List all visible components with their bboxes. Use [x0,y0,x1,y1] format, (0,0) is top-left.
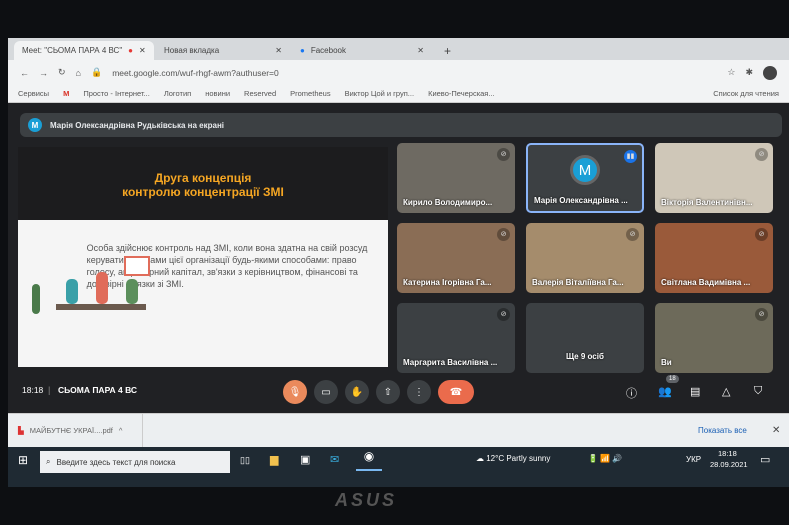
mic-off-icon: ⊘ [497,308,510,321]
tab-new[interactable]: Новая вкладка ✕ [156,41,290,60]
speaking-icon: ▮▮ [624,150,637,163]
participant-tile[interactable]: Катерина Ігорівна Га... ⊘ [397,223,515,293]
address-bar: ← → ↻ ⌂ 🔒 meet.google.com/wuf-rhgf-awm?auth… [8,60,789,85]
mic-off-icon: ⊘ [755,148,768,161]
task-view-icon[interactable]: ▯▯ [240,455,250,466]
mic-off-icon: ⊘ [626,228,639,241]
participant-tile[interactable]: Світлана Вадимівна ... ⊘ [655,223,773,293]
participant-name: Катерина Ігорівна Га... [403,278,492,287]
participant-tile[interactable]: Маргарита Василівна ... ⊘ [397,303,515,373]
taskbar-search[interactable]: ⌕ Введите здесь текст для поиска [40,451,230,473]
participant-name: Ще 9 осіб [566,352,604,361]
tab-meet[interactable]: Meet: "СЬОМА ПАРА 4 ВС" ● ✕ [14,41,154,60]
tab-strip: Meet: "СЬОМА ПАРА 4 ВС" ● ✕ Новая вкладка ✕… [8,38,789,60]
clock-time[interactable]: 18:18 [718,449,737,458]
participant-tile[interactable]: Ще 9 осіб [526,303,644,373]
bookmark[interactable]: Логотип [164,89,191,98]
chat-icon[interactable]: ▤ [690,385,700,398]
mic-off-icon: ⊘ [497,148,510,161]
download-item[interactable]: ▙ МАЙБУТНЄ УКРАЇ....pdf ^ [8,414,143,447]
info-icon[interactable]: ⓘ [626,385,637,401]
participant-name: Світлана Вадимівна ... [661,278,751,287]
participant-name: Ви [661,358,672,367]
tab-facebook[interactable]: ● Facebook ✕ [292,41,432,60]
weather-widget[interactable]: ☁ 12°C Partly sunny [476,454,550,463]
show-all-button[interactable]: Показать все [698,426,747,435]
forward-icon[interactable]: → [39,68,48,78]
avatar: M [570,155,600,185]
file-explorer-icon[interactable]: ▆ [270,453,278,466]
asus-logo: ASUS [335,490,398,510]
recording-icon: ● [128,46,134,55]
mail-icon[interactable]: ✉ [330,453,339,466]
reading-list[interactable]: Список для чтения [713,89,779,98]
store-icon[interactable]: ▣ [300,453,310,466]
close-icon[interactable]: ✕ [772,425,780,436]
raise-hand-button[interactable]: ✋ [345,380,369,404]
participant-tile[interactable]: Ви ⊘ [655,303,773,373]
bookmark[interactable]: Просто - Інтернет... [83,89,150,98]
chrome-icon[interactable]: ◉ [356,449,382,471]
host-controls-icon[interactable]: ⛉ [754,385,762,398]
mic-off-icon: ⊘ [755,228,768,241]
bookmark[interactable]: Виктор Цой и груп... [345,89,415,98]
participant-tile[interactable]: M Марія Олександрівна ... ▮▮ [526,143,644,213]
chevron-up-icon[interactable]: ^ [119,426,123,435]
bookmark[interactable]: Киево-Печерская... [428,89,495,98]
gmail-icon[interactable]: M [63,89,69,98]
mic-off-icon: ⊘ [755,308,768,321]
bookmark[interactable]: новини [205,89,230,98]
bookmark[interactable]: Reserved [244,89,276,98]
lock-icon: 🔒 [90,67,103,77]
participant-name: Валерія Віталіївна Га... [532,278,624,287]
taskbar: ⊞ ⌕ Введите здесь текст для поиска ▯▯ ▆ ▣… [8,447,789,487]
participant-tile[interactable]: Вікторія Валентинівн... ⊘ [655,143,773,213]
back-icon[interactable]: ← [20,68,29,78]
meet-view: M Марія Олександрівна Рудьківська на екр… [8,103,789,413]
participant-name: Марія Олександрівна ... [534,196,628,205]
camera-button[interactable]: ▭ [314,380,338,404]
notifications-icon[interactable]: ▭ [760,453,770,466]
participant-tile[interactable]: Валерія Віталіївна Га... ⊘ [526,223,644,293]
presenting-banner: M Марія Олександрівна Рудьківська на екр… [20,113,782,137]
url-input[interactable]: meet.google.com/wuf-rhgf-awm?authuser=0 [112,68,279,78]
participant-name: Вікторія Валентинівн... [661,198,753,207]
facebook-icon: ● [300,46,305,55]
people-icon[interactable]: 👥 [658,385,672,398]
leave-call-button[interactable]: ☎ [438,380,474,404]
home-icon[interactable]: ⌂ [76,68,81,78]
present-button[interactable]: ⇧ [376,380,400,404]
avatar: M [28,118,42,132]
language-indicator[interactable]: УКР [686,455,701,464]
meeting-illustration [26,234,150,344]
more-options-button[interactable]: ⋮ [407,380,431,404]
control-bar: 18:18 | СЬОМА ПАРА 4 ВС 🎙 ▭ ✋ ⇧ ⋮ ☎ ⓘ 👥 … [8,375,789,411]
activities-icon[interactable]: △ [722,385,730,398]
clock-date[interactable]: 28.09.2021 [710,460,748,469]
bookmark[interactable]: Prometheus [290,89,330,98]
search-icon: ⌕ [46,457,51,466]
mic-off-icon: ⊘ [497,228,510,241]
participants-count: 18 [666,375,679,383]
extensions-icon[interactable]: ✱ [745,67,753,78]
new-tab-button[interactable]: + [436,41,459,60]
windows-start-icon[interactable]: ⊞ [18,453,28,467]
download-bar: ▙ МАЙБУТНЄ УКРАЇ....pdf ^ Показать все ✕ [8,413,789,447]
participant-tile[interactable]: Кирило Володимиро... ⊘ [397,143,515,213]
participant-name: Маргарита Василівна ... [403,358,498,367]
reload-icon[interactable]: ↻ [58,67,66,78]
participant-name: Кирило Володимиро... [403,198,493,207]
bookmarks-bar: Сервисы M Просто - Інтернет... Логотип н… [8,85,789,103]
close-icon[interactable]: ✕ [139,46,146,55]
pdf-icon: ▙ [18,426,24,435]
tray-icons[interactable]: 🔋 📶 🔊 [588,454,622,463]
close-icon[interactable]: ✕ [275,46,282,55]
mic-off-button[interactable]: 🎙 [283,380,307,404]
star-icon[interactable]: ☆ [727,67,735,78]
presentation-slide: Друга концепція контролю концентрації ЗМІ… [18,147,388,367]
bookmark[interactable]: Сервисы [18,89,49,98]
profile-avatar[interactable] [763,65,777,80]
close-icon[interactable]: ✕ [417,46,424,55]
